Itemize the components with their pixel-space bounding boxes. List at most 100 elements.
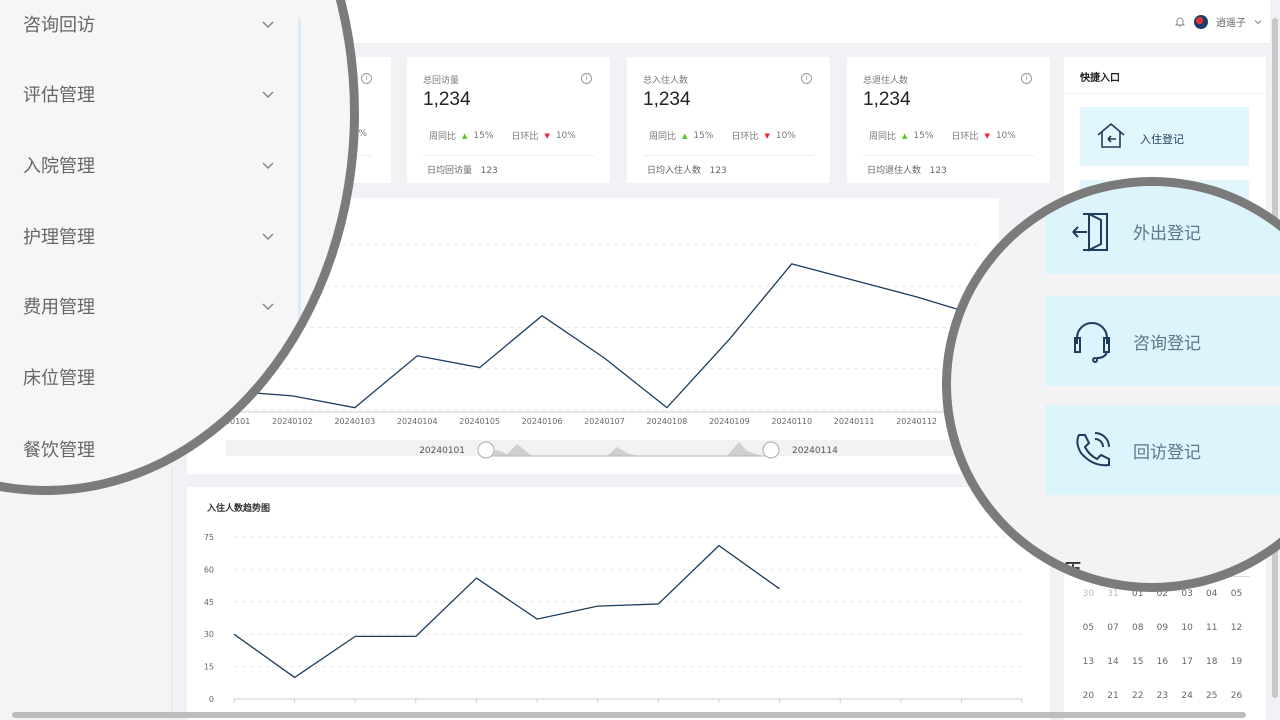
avatar[interactable] [1194, 14, 1208, 29]
stat-label: 总退住人数 [863, 76, 909, 86]
calendar-day[interactable]: 07 [1101, 622, 1126, 634]
zoom-end-label: 20240114 [792, 446, 838, 456]
calendar-day[interactable]: 20 [1076, 690, 1101, 702]
info-icon[interactable]: i [581, 73, 592, 84]
wow-value: 15% [473, 130, 494, 141]
foot-value: 123 [480, 166, 498, 176]
line-chart: 0 15 30 45 60 75 [204, 533, 1023, 704]
calendar-day[interactable]: 26 [1224, 690, 1249, 702]
calendar-day[interactable]: 08 [1125, 622, 1150, 634]
trend-down-icon: ▼ [544, 131, 550, 140]
consult-register-button[interactable]: 咨询登记 [1045, 296, 1280, 386]
stat-footer: 日均入住人数 123 [647, 163, 727, 176]
calendar-day[interactable]: 12 [1224, 622, 1249, 634]
outing-register-button[interactable]: 外出登记 [1045, 186, 1280, 274]
x-tick-label: 20240109 [709, 417, 750, 426]
sidebar-menu-item[interactable]: 床位管理 [23, 364, 95, 390]
info-icon[interactable]: i [361, 73, 372, 84]
chevron-down-icon[interactable] [262, 371, 274, 383]
dod-label: 日环比 [731, 132, 759, 142]
info-icon[interactable]: i [1021, 73, 1032, 84]
calendar-day[interactable]: 24 [1175, 690, 1200, 702]
headset-icon [1074, 322, 1110, 363]
y-tick-label: 30 [204, 630, 214, 639]
dod-value: 10% [995, 130, 1016, 141]
foot-label: 日均退住人数 [867, 166, 922, 176]
stat-compare-row: 周同比 ▲ 15% 日环比 ▼ 10% [649, 129, 796, 143]
calendar-day[interactable]: 16 [1150, 656, 1175, 668]
wow-value: 15% [693, 130, 714, 141]
info-icon[interactable]: i [801, 73, 812, 84]
divider [1064, 93, 1266, 94]
user-area[interactable]: 逍遥子 [1174, 14, 1262, 29]
stat-compare-row: 周同比 ▲ 15% 日环比 ▼ 10% [429, 129, 576, 143]
zoom-start-label: 20240101 [419, 446, 465, 456]
dod-value: 10% [775, 130, 796, 141]
quick-item-label: 咨询登记 [1133, 334, 1201, 354]
calendar-day[interactable]: 09 [1150, 622, 1175, 634]
calendar-day[interactable]: 18 [1199, 656, 1224, 668]
app-root: 容 逍遥子 i 10% 总回访量 i 1,234 周同比 ▲ 15% 日环比 ▼… [0, 0, 1280, 720]
sidebar-menu-item[interactable]: 护理管理 [23, 223, 95, 249]
x-tick-label: 20240111 [834, 417, 875, 426]
sidebar-menu-item[interactable]: 咨询回访 [23, 11, 95, 37]
username[interactable]: 逍遥子 [1216, 14, 1246, 29]
trend-up-icon: ▲ [902, 131, 908, 140]
calendar-day[interactable]: 13 [1076, 656, 1101, 668]
calendar-day[interactable]: 17 [1175, 656, 1200, 668]
stat-card-checkout: 总退住人数 i 1,234 周同比 ▲ 15% 日环比 ▼ 10% 日均退住人数… [847, 57, 1050, 183]
calendar-day[interactable]: 19 [1224, 656, 1249, 668]
sidebar-menu-item[interactable]: 评估管理 [23, 81, 95, 107]
chevron-down-icon[interactable] [1254, 18, 1262, 26]
x-tick-label: 20240103 [334, 417, 375, 426]
stat-footer: 日均退住人数 123 [867, 163, 947, 176]
series-line [229, 263, 980, 409]
zoom-handle-start [477, 441, 495, 459]
horizontal-scrollbar[interactable] [12, 712, 1246, 718]
foot-label: 日均回访量 [427, 166, 473, 176]
chevron-down-icon[interactable] [262, 88, 274, 100]
calendar-day[interactable]: 25 [1199, 690, 1224, 702]
sidebar-menu-item[interactable]: 入院管理 [23, 152, 95, 178]
quick-item-label: 回访登记 [1133, 443, 1201, 463]
calendar-day[interactable]: 21 [1101, 690, 1126, 702]
y-tick-label: 15 [204, 663, 214, 672]
calendar-day[interactable]: 11 [1199, 622, 1224, 634]
stat-value: 1,234 [863, 89, 911, 110]
chevron-down-icon[interactable] [262, 300, 274, 312]
calendar-day[interactable]: 10 [1175, 622, 1200, 634]
bell-icon[interactable] [1174, 16, 1186, 28]
x-tick-label: 20240107 [584, 417, 625, 426]
checkin-register-button[interactable]: 入住登记 [1080, 107, 1249, 166]
zoom-handle-end [762, 441, 780, 459]
sidebar-menu-item[interactable]: 餐饮管理 [23, 436, 95, 462]
divider [863, 155, 1034, 156]
stat-label: 总回访量 [423, 76, 460, 86]
trend-down-icon: ▼ [764, 131, 770, 140]
sidebar-menu: 咨询回访评估管理入院管理护理管理费用管理床位管理餐饮管理 [0, 0, 340, 486]
calendar-day[interactable]: 23 [1150, 690, 1175, 702]
stat-footer: 日均回访量 123 [427, 163, 498, 176]
sidebar-menu-item[interactable]: 费用管理 [23, 293, 95, 319]
foot-value: 123 [709, 166, 727, 176]
series-line [233, 544, 780, 679]
chevron-down-icon[interactable] [262, 159, 274, 171]
foot-value: 123 [929, 166, 947, 176]
wow-label: 周同比 [869, 132, 897, 142]
calendar-day[interactable]: 22 [1125, 690, 1150, 702]
calendar-day[interactable]: 05 [1224, 588, 1249, 600]
calendar-day[interactable]: 14 [1101, 656, 1126, 668]
divider [423, 155, 594, 156]
magnifier-sidebar: 咨询回访评估管理入院管理护理管理费用管理床位管理餐饮管理 [0, 0, 359, 495]
chevron-down-icon[interactable] [262, 18, 274, 30]
followup-register-button[interactable]: 回访登记 [1045, 405, 1280, 495]
x-tick-label: 20240110 [771, 417, 812, 426]
calendar-day[interactable]: 15 [1125, 656, 1150, 668]
quick-item-label: 外出登记 [1133, 224, 1201, 244]
dod-value: 10% [555, 130, 576, 141]
calendar-day[interactable]: 30 [1076, 588, 1101, 600]
calendar-day[interactable]: 04 [1199, 588, 1224, 600]
calendar-day[interactable]: 05 [1076, 622, 1101, 634]
stat-value: 1,234 [643, 89, 691, 110]
chevron-down-icon[interactable] [262, 230, 274, 242]
